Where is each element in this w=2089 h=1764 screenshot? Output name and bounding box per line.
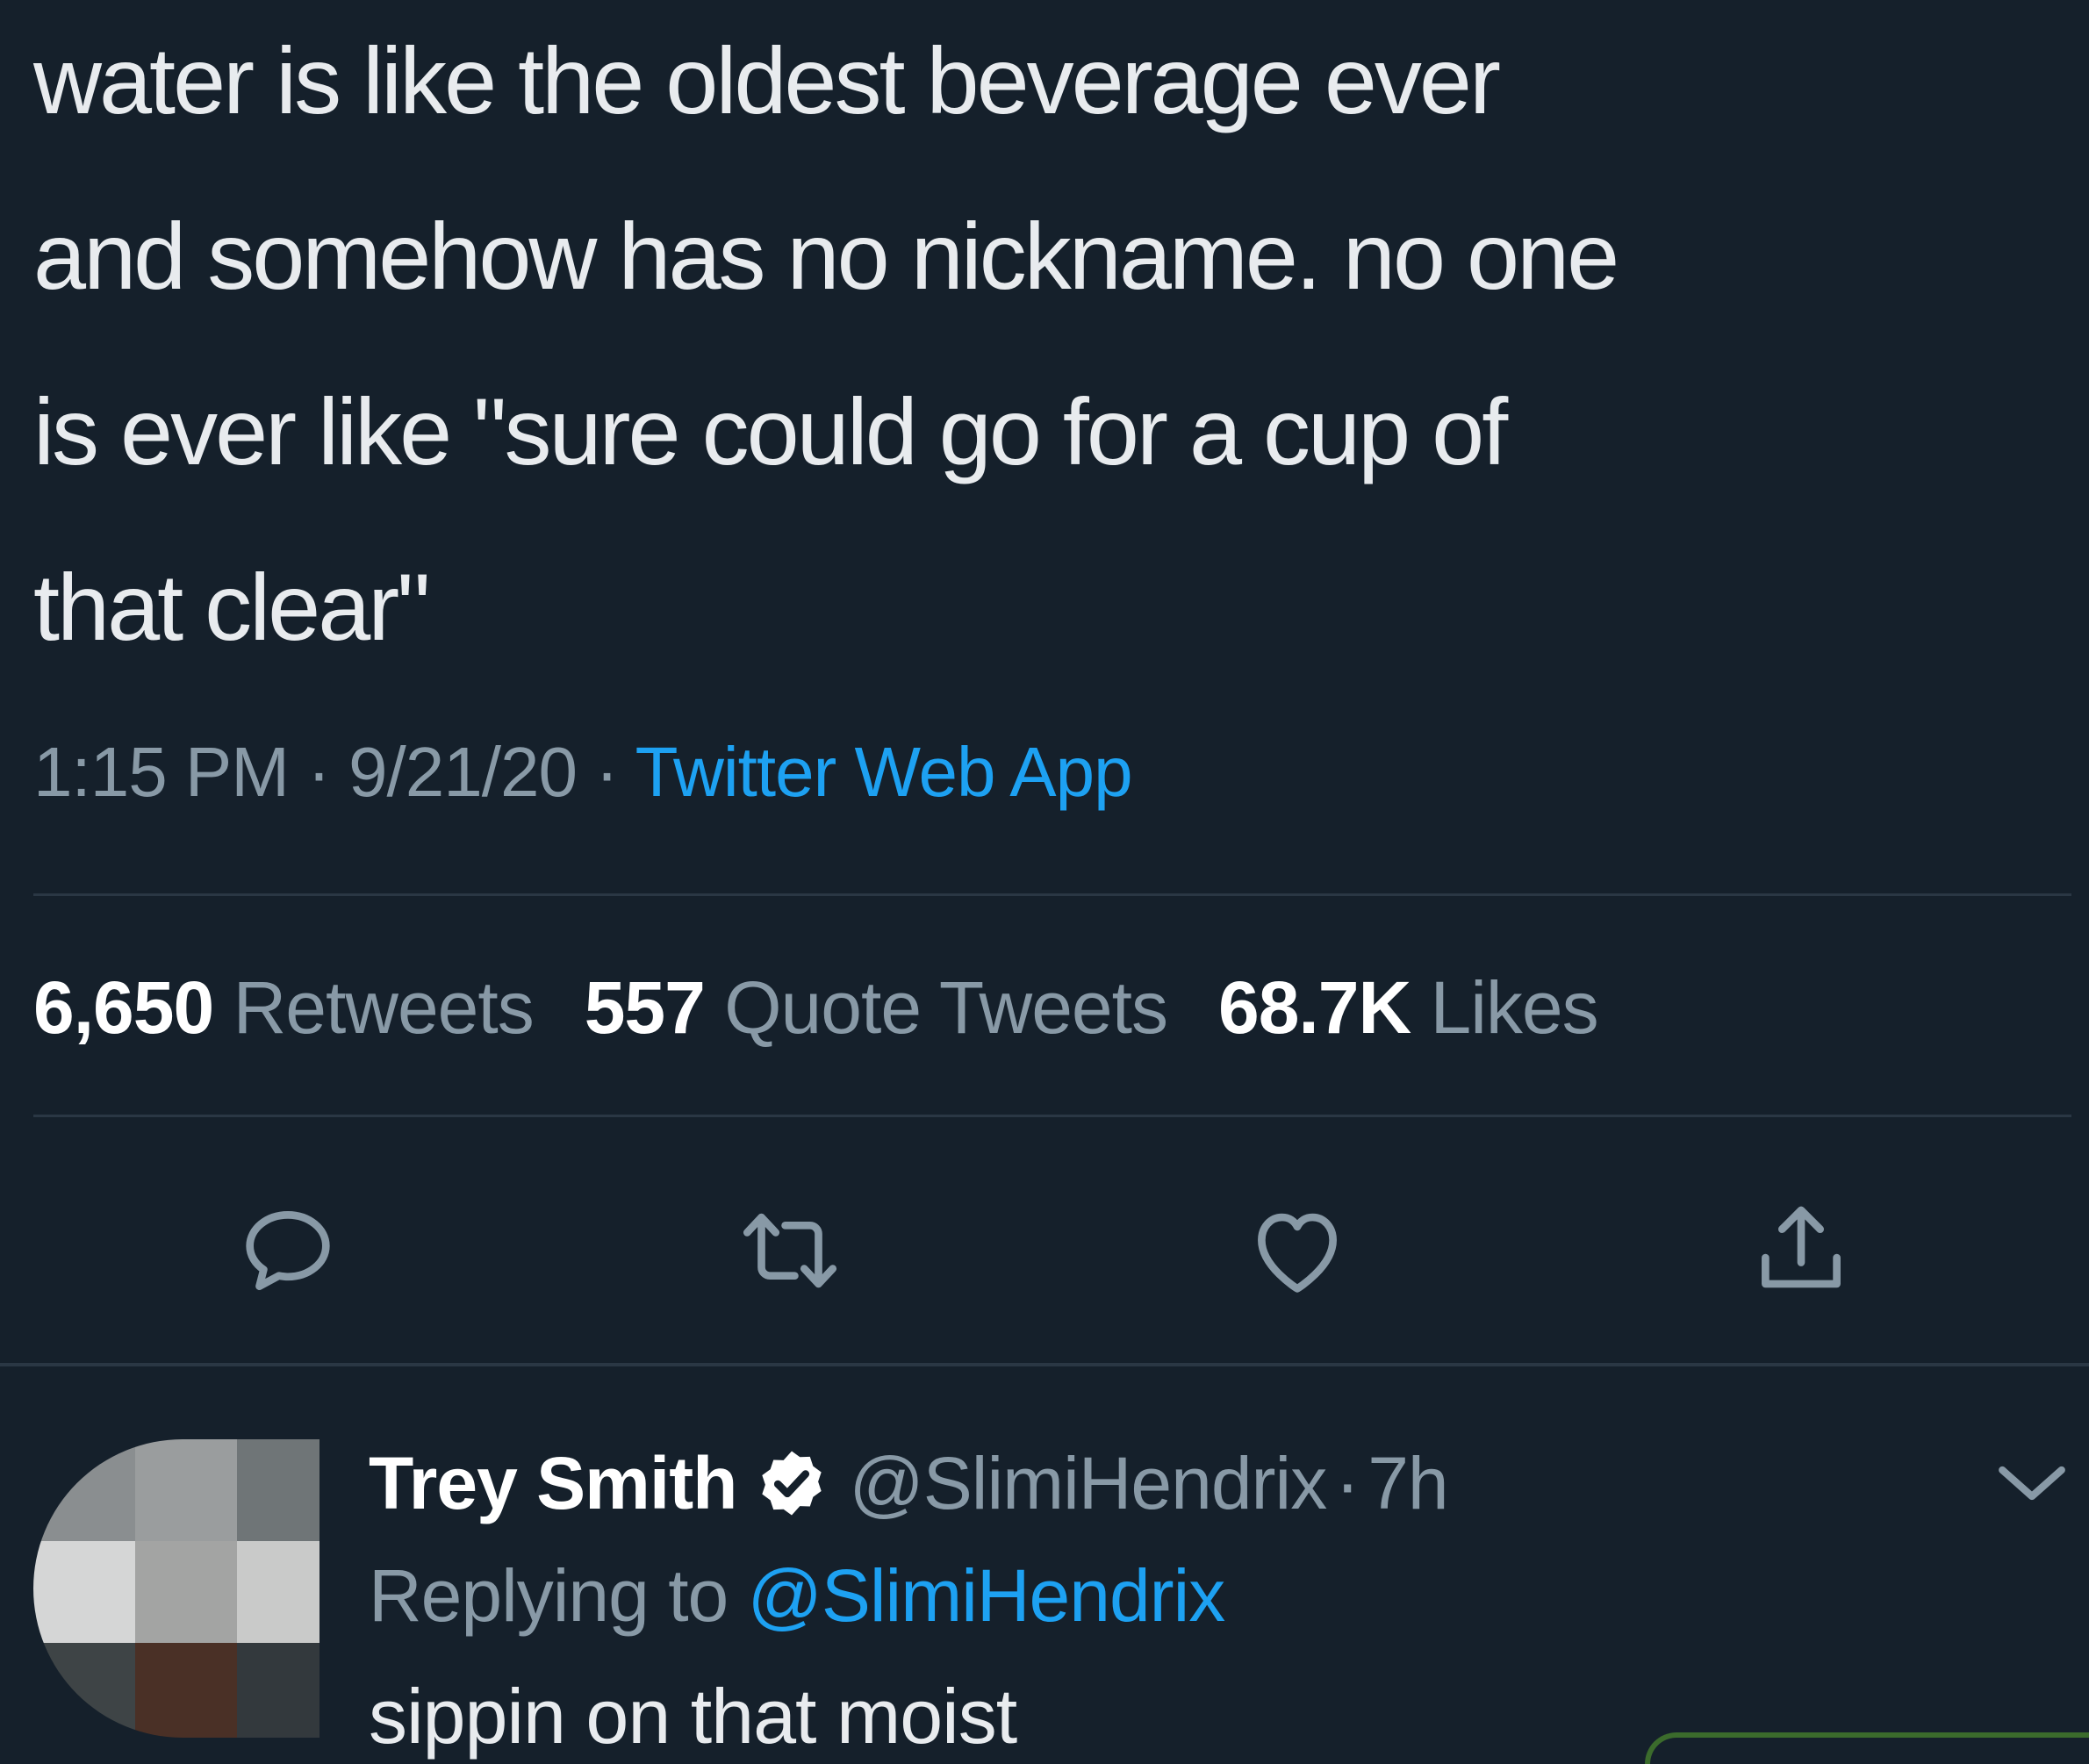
- divider: [33, 1115, 2071, 1117]
- likes-label: Likes: [1430, 966, 1598, 1049]
- retweets-count: 6,650: [33, 966, 214, 1049]
- reply-button[interactable]: [226, 1189, 349, 1312]
- tweet-time[interactable]: 1:15 PM: [33, 733, 290, 811]
- author-handle[interactable]: @SlimiHendrix: [849, 1439, 1327, 1527]
- tweet-text: water is like the oldest beverage ever a…: [33, 0, 2052, 695]
- tweet-meta: 1:15 PM · 9/21/20 · Twitter Web App: [33, 728, 1133, 816]
- share-button[interactable]: [1740, 1189, 1863, 1312]
- like-icon: [1258, 1213, 1337, 1293]
- tweet-date[interactable]: 9/21/20: [348, 733, 578, 811]
- likes-stat[interactable]: 68.7K Likes: [1217, 966, 1599, 1049]
- replying-to-label: Replying to: [369, 1554, 729, 1637]
- meta-separator: ·: [307, 733, 331, 811]
- retweets-label: Retweets: [233, 966, 535, 1049]
- divider: [0, 1363, 2089, 1366]
- reply-text: sippin on that moist: [369, 1673, 1017, 1760]
- replying-to-mention[interactable]: @SlimiHendrix: [748, 1554, 1226, 1637]
- chevron-down-icon[interactable]: [1992, 1452, 2071, 1514]
- meta-separator: ·: [1335, 1442, 1360, 1524]
- reply-icon: [246, 1211, 330, 1290]
- reply-author-line: Trey Smith @SlimiHendrix · 7h: [369, 1439, 1449, 1527]
- likes-count: 68.7K: [1217, 966, 1411, 1049]
- quote-tweets-label: Quote Tweets: [724, 966, 1168, 1049]
- tweet-stats: 6,650 Retweets 557 Quote Tweets 68.7K Like…: [33, 964, 1649, 1051]
- replying-to-line: Replying to @SlimiHendrix: [369, 1552, 1226, 1639]
- divider: [33, 893, 2071, 896]
- overlay-edge: [1645, 1732, 2089, 1764]
- retweets-stat[interactable]: 6,650 Retweets: [33, 966, 535, 1049]
- like-button[interactable]: [1236, 1189, 1359, 1312]
- avatar[interactable]: [33, 1439, 319, 1738]
- meta-separator: ·: [595, 733, 619, 811]
- retweet-icon: [743, 1213, 837, 1288]
- verified-badge-icon: [762, 1451, 822, 1516]
- quote-tweets-stat[interactable]: 557 Quote Tweets: [584, 966, 1168, 1049]
- author-name[interactable]: Trey Smith: [369, 1439, 737, 1527]
- quote-tweets-count: 557: [584, 966, 706, 1049]
- tweet-text-line: water is like the oldest beverage ever: [33, 27, 1501, 133]
- tweet-text-line: and somehow has no nickname. no one: [33, 203, 1619, 309]
- tweet-source-link[interactable]: Twitter Web App: [635, 733, 1133, 811]
- reply-tweet[interactable]: Trey Smith @SlimiHendrix · 7h Replying t…: [0, 1404, 2089, 1764]
- tweet-text-line: is ever like "sure could go for a cup of: [33, 378, 1508, 484]
- reply-age[interactable]: 7h: [1368, 1439, 1448, 1527]
- share-icon: [1762, 1206, 1841, 1288]
- retweet-button[interactable]: [729, 1189, 851, 1312]
- tweet-text-line: that clear": [33, 554, 431, 660]
